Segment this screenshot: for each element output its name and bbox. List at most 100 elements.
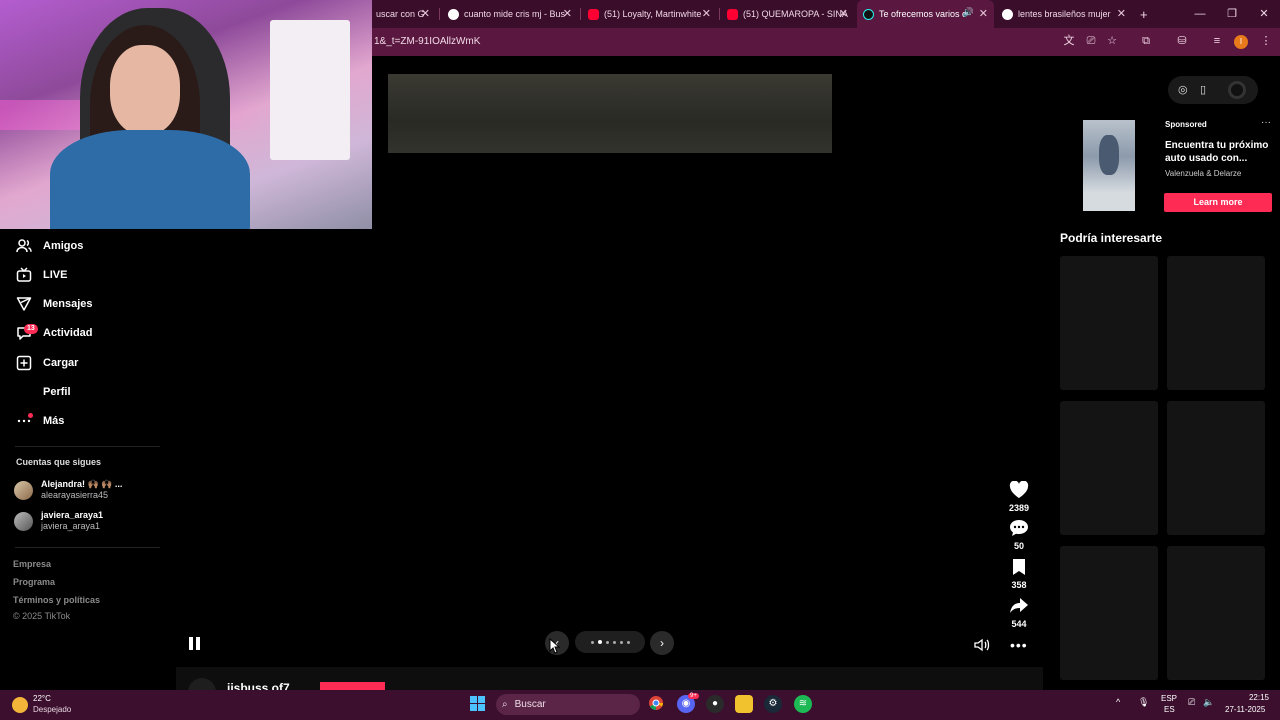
- account-name: javiera_araya1: [41, 510, 104, 520]
- footer-link-terminos[interactable]: Términos y políticas: [13, 595, 100, 605]
- compass-icon[interactable]: ◎: [1178, 83, 1188, 96]
- tray-chevron-up-icon[interactable]: ^: [1116, 697, 1120, 707]
- next-video-preview[interactable]: [176, 667, 1043, 690]
- recommendation-card[interactable]: [1060, 401, 1158, 535]
- theme-toggle-icon[interactable]: [1228, 81, 1246, 99]
- new-tab-button[interactable]: +: [1134, 0, 1154, 28]
- weather-temperature[interactable]: 22°C: [33, 694, 51, 703]
- maximize-icon[interactable]: ❐: [1216, 0, 1248, 28]
- ad-image[interactable]: [1083, 120, 1135, 211]
- bookmark-button[interactable]: 358: [1005, 558, 1033, 590]
- footer-link-empresa[interactable]: Empresa: [13, 559, 51, 569]
- close-tab-icon[interactable]: ✕: [702, 7, 711, 20]
- browser-tab[interactable]: cuanto mide cris mj - Bus ✕: [442, 0, 578, 28]
- google-icon: [1002, 8, 1013, 20]
- browser-menu-icon[interactable]: ⋮: [1258, 33, 1274, 49]
- close-tab-icon[interactable]: ✕: [1117, 7, 1126, 20]
- account-handle: javiera_araya1: [41, 521, 101, 531]
- audio-playing-icon[interactable]: 🔊: [963, 7, 974, 18]
- microphone-icon[interactable]: 🎙: [1138, 697, 1149, 708]
- carousel-next-button[interactable]: ›: [650, 631, 674, 655]
- video-frame[interactable]: [388, 74, 832, 153]
- browser-tab[interactable]: (51) Loyalty, Martinwhite ✕: [582, 0, 717, 28]
- share-button[interactable]: 544: [1005, 597, 1033, 629]
- chrome-icon[interactable]: [647, 695, 665, 713]
- spotify-icon[interactable]: ≋: [794, 695, 812, 713]
- tab-title: uscar con G: [376, 9, 425, 19]
- taskbar-search[interactable]: ⌕ Buscar: [496, 694, 640, 715]
- steam-icon[interactable]: ⚙: [764, 695, 782, 713]
- phone-icon[interactable]: ▯: [1200, 83, 1206, 96]
- like-button[interactable]: 2389: [1005, 480, 1033, 513]
- obs-icon[interactable]: ●: [706, 695, 724, 713]
- ad-title[interactable]: Encuentra tu próximo auto usado con...: [1165, 139, 1275, 165]
- close-tab-icon[interactable]: ✕: [979, 7, 988, 20]
- weather-moon-icon[interactable]: [12, 697, 28, 713]
- recommendation-card[interactable]: [1060, 256, 1158, 390]
- close-tab-icon[interactable]: ✕: [839, 7, 848, 20]
- google-icon: [448, 8, 459, 20]
- copyright: © 2025 TikTok: [13, 611, 71, 621]
- learn-more-button[interactable]: Learn more: [1164, 193, 1272, 212]
- nav-item-mas[interactable]: Más: [16, 413, 64, 429]
- weather-description[interactable]: Despejado: [33, 705, 71, 714]
- incognito-icon[interactable]: ⛁: [1174, 33, 1190, 49]
- network-icon[interactable]: ⎚: [1188, 697, 1195, 708]
- profile-avatar[interactable]: I: [1234, 35, 1248, 49]
- browser-tab[interactable]: lentes brasileños mujer ✕: [996, 0, 1132, 28]
- more-options-icon[interactable]: •••: [1010, 637, 1028, 653]
- following-account[interactable]: Alejandra! 🙌🏽 🙌🏽 ... alearayasierra45: [14, 479, 122, 501]
- nav-item-perfil[interactable]: Perfil: [16, 384, 71, 400]
- ad-brand: Valenzuela & Delarze: [1165, 169, 1242, 178]
- clock-date[interactable]: 27-11-2025: [1225, 705, 1265, 714]
- close-window-icon[interactable]: ✕: [1248, 0, 1280, 28]
- footer-link-programa[interactable]: Programa: [13, 577, 55, 587]
- pause-button[interactable]: [187, 636, 203, 652]
- nav-item-amigos[interactable]: Amigos: [16, 238, 83, 254]
- clock-time[interactable]: 22:15: [1241, 693, 1269, 702]
- recommendation-card[interactable]: [1167, 546, 1265, 680]
- recommendation-card[interactable]: [1167, 256, 1265, 390]
- nav-item-cargar[interactable]: Cargar: [16, 355, 78, 371]
- device-control-pill: ◎ ▯: [1168, 76, 1258, 104]
- bookmark-star-icon[interactable]: ☆: [1104, 33, 1120, 49]
- extensions-icon[interactable]: ⧉: [1138, 33, 1154, 49]
- account-handle: alearayasierra45: [41, 490, 109, 500]
- cast-icon[interactable]: ⎚: [1083, 33, 1099, 49]
- taskbar: [0, 690, 1280, 720]
- sponsored-label: Sponsored: [1165, 120, 1207, 129]
- comment-button[interactable]: 50: [1005, 519, 1033, 551]
- recommendation-card[interactable]: [1060, 546, 1158, 680]
- comment-icon: [1005, 519, 1033, 541]
- close-tab-icon[interactable]: ✕: [421, 7, 430, 20]
- keyboard-layout[interactable]: ES: [1164, 705, 1175, 714]
- url-input[interactable]: 1&_t=ZM-91IOAllzWmK: [374, 36, 480, 47]
- nav-label: Actividad: [43, 327, 93, 339]
- translate-icon[interactable]: 文: [1061, 33, 1077, 49]
- browser-tab[interactable]: (51) QUEMAROPA - SINA ✕: [721, 0, 854, 28]
- minimize-icon[interactable]: —: [1184, 0, 1216, 28]
- recommendation-card[interactable]: [1167, 401, 1265, 535]
- windows-start-icon[interactable]: [470, 696, 486, 712]
- volume-icon[interactable]: [974, 638, 990, 655]
- follow-button[interactable]: [320, 682, 385, 690]
- reading-list-icon[interactable]: ≡: [1209, 33, 1225, 49]
- browser-tab-active[interactable]: Te ofrecemos varios c 🔊 ✕: [857, 0, 994, 28]
- tiktok-icon: [863, 8, 874, 20]
- tab-title: (51) Loyalty, Martinwhite: [604, 9, 702, 19]
- browser-tab[interactable]: uscar con G ✕: [370, 0, 436, 28]
- upload-icon: [16, 355, 32, 371]
- nav-label: LIVE: [43, 269, 68, 281]
- nav-item-live[interactable]: LIVE: [16, 267, 67, 283]
- nav-label: Más: [43, 415, 65, 427]
- share-count: 544: [1011, 619, 1027, 629]
- following-account[interactable]: javiera_araya1 javiera_araya1: [14, 510, 103, 532]
- speaker-icon[interactable]: 🔈: [1203, 697, 1214, 708]
- close-tab-icon[interactable]: ✕: [563, 7, 572, 20]
- ad-menu-icon[interactable]: ···: [1261, 117, 1271, 128]
- messages-icon: [16, 296, 32, 312]
- nav-item-mensajes[interactable]: Mensajes: [16, 296, 93, 312]
- search-icon: ⌕: [502, 699, 508, 710]
- file-explorer-icon[interactable]: [735, 695, 753, 713]
- language-indicator[interactable]: ESP: [1161, 694, 1177, 703]
